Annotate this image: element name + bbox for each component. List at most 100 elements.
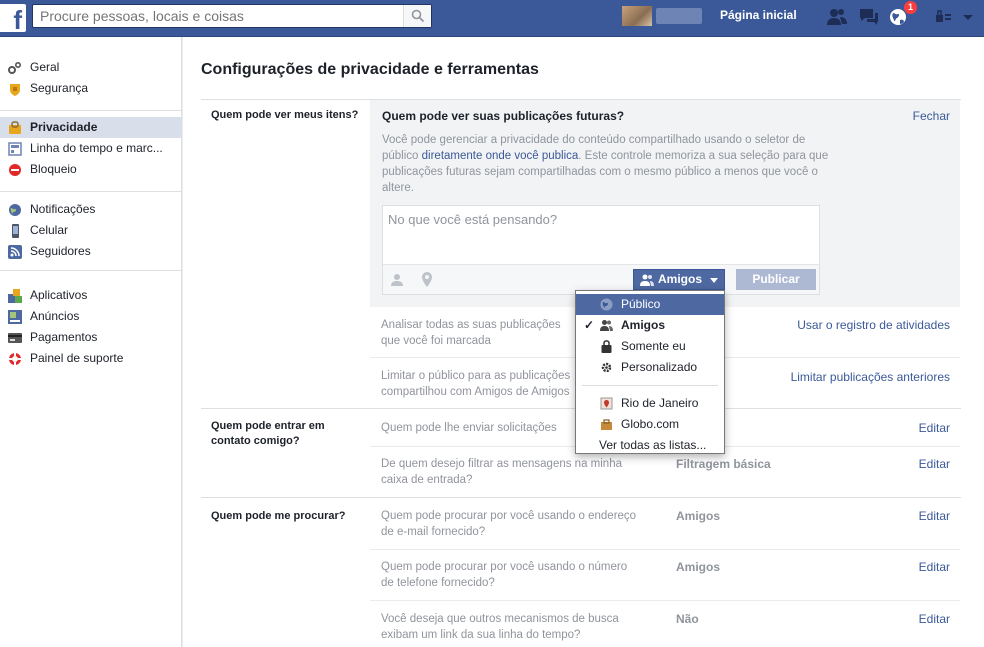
section-label: Quem pode entrar em contato comigo?: [211, 420, 325, 447]
sidebar-group-notifications: Notificações Celular Seguidores: [0, 199, 181, 271]
lock-icon: [601, 340, 612, 353]
sidebar-item-label: Segurança: [30, 81, 89, 95]
friends-icon[interactable]: [826, 7, 848, 27]
search-icon: [411, 9, 425, 23]
sidebar-group-apps: Aplicativos Anúncios Pagamentos Painel d…: [0, 285, 181, 375]
shield-icon: [10, 84, 20, 96]
messages-icon[interactable]: [858, 7, 880, 27]
audience-option-custom[interactable]: Personalizado: [576, 357, 724, 378]
block-icon: [9, 164, 21, 176]
sidebar-item-label: Seguidores: [30, 244, 91, 258]
audience-list-rio-de-janeiro[interactable]: Rio de Janeiro: [576, 393, 724, 414]
limit-past-posts-link[interactable]: Limitar publicações anteriores: [770, 370, 950, 384]
setting-row-message-filter: De quem desejo filtrar as mensagens na m…: [381, 456, 622, 488]
row-text: De quem desejo filtrar as mensagens na m…: [381, 458, 622, 470]
option-label: Somente eu: [621, 339, 686, 353]
checkmark-icon: ✓: [584, 318, 595, 332]
audience-option-friends[interactable]: ✓ Amigos: [576, 315, 724, 336]
sidebar-item-label: Privacidade: [30, 120, 98, 134]
status-composer[interactable]: No que você está pensando? Amigos Public…: [382, 205, 820, 295]
section-label: Quem pode ver meus itens?: [211, 109, 359, 121]
edit-link[interactable]: Editar: [900, 560, 950, 574]
row-text: Você deseja que outros mecanismos de bus…: [381, 613, 619, 625]
profile-link[interactable]: [622, 6, 702, 26]
gear-icon: [8, 61, 22, 74]
sidebar-item-label: Aplicativos: [30, 288, 88, 302]
page-title: Configurações de privacidade e ferrament…: [201, 61, 539, 78]
menu-separator: [582, 385, 718, 386]
sidebar-item-seguranca[interactable]: Segurança: [0, 78, 181, 99]
audience-list-globo[interactable]: Globo.com: [576, 414, 724, 435]
option-label: Amigos: [621, 318, 666, 332]
sidebar-item-celular[interactable]: Celular: [0, 220, 181, 241]
setting-value: Amigos: [676, 560, 721, 574]
row-text: Quem pode procurar por você usando o núm…: [381, 561, 628, 573]
row-text: Analisar todas as suas publicações: [381, 319, 561, 331]
activity-log-link[interactable]: Usar o registro de atividades: [780, 318, 950, 332]
tag-friends-icon[interactable]: [391, 273, 405, 287]
rss-icon: [8, 245, 22, 259]
location-pin-icon[interactable]: [421, 272, 433, 287]
audience-option-public[interactable]: Público: [576, 294, 724, 315]
setting-row-search-engines: Você deseja que outros mecanismos de bus…: [381, 611, 619, 643]
chevron-down-icon[interactable]: [958, 7, 980, 27]
audience-label: Amigos: [658, 272, 703, 286]
row-text: exibam um link da sua linha do tempo?: [381, 629, 581, 641]
setting-value: Amigos: [676, 509, 721, 523]
edit-link[interactable]: Editar: [900, 509, 950, 523]
row-divider: [370, 600, 960, 601]
sidebar-item-label: Painel de suporte: [30, 351, 124, 365]
sidebar-item-bloqueio[interactable]: Bloqueio: [0, 159, 181, 180]
row-divider: [370, 549, 960, 550]
globe-icon: [9, 204, 21, 216]
search-input[interactable]: [33, 5, 403, 27]
composer-placeholder[interactable]: No que você está pensando?: [388, 212, 557, 227]
search-box: [32, 4, 432, 28]
sidebar-item-pagamentos[interactable]: Pagamentos: [0, 327, 181, 348]
sidebar-group-general: Geral Segurança: [0, 55, 181, 111]
sidebar-item-seguidores[interactable]: Seguidores: [0, 241, 181, 262]
notification-badge: 1: [904, 1, 917, 14]
card-icon: [8, 333, 22, 343]
close-link[interactable]: Fechar: [913, 109, 950, 123]
post-button[interactable]: Publicar: [736, 269, 816, 290]
search-button[interactable]: [403, 5, 431, 27]
setting-row-review-posts: Analisar todas as suas publicações que vo…: [381, 317, 561, 349]
sidebar-item-geral[interactable]: Geral: [0, 57, 181, 78]
setting-row-phone-lookup: Quem pode procurar por você usando o núm…: [381, 559, 627, 591]
setting-value: Não: [676, 612, 699, 626]
row-text: de e-mail fornecido?: [381, 526, 486, 538]
where-you-post-link[interactable]: diretamente onde você publica: [422, 150, 579, 162]
profile-name: [656, 8, 702, 24]
audience-selector-button[interactable]: Amigos: [633, 269, 725, 290]
gear-icon: [601, 362, 612, 373]
sidebar-item-aplicativos[interactable]: Aplicativos: [0, 285, 181, 306]
timeline-icon: [8, 142, 22, 156]
see-all-lists-link[interactable]: Ver todas as listas...: [576, 435, 724, 456]
settings-sidebar: Geral Segurança Privacidade Linha do tem…: [0, 37, 182, 647]
friends-icon: [640, 274, 654, 286]
edit-link[interactable]: Editar: [900, 421, 950, 435]
option-label: Público: [621, 297, 661, 311]
sidebar-item-privacidade[interactable]: Privacidade: [0, 117, 181, 138]
audience-dropdown-menu: Público ✓ Amigos Somente eu Personalizad…: [575, 290, 725, 454]
sidebar-item-painel-de-suporte[interactable]: Painel de suporte: [0, 348, 181, 369]
facebook-logo[interactable]: f: [0, 4, 26, 32]
sidebar-item-anuncios[interactable]: Anúncios: [0, 306, 181, 327]
future-posts-panel: Quem pode ver suas publicações futuras? …: [370, 100, 960, 307]
sidebar-item-label: Linha do tempo e marc...: [30, 141, 163, 155]
sidebar-item-label: Pagamentos: [30, 330, 98, 344]
home-link[interactable]: Página inicial: [720, 8, 797, 22]
sidebar-item-label: Bloqueio: [30, 162, 77, 176]
privacy-shortcuts-icon[interactable]: [934, 7, 956, 27]
setting-row-limit-past-posts: Limitar o público para as publicações com…: [381, 368, 570, 400]
sidebar-item-linha-do-tempo[interactable]: Linha do tempo e marc...: [0, 138, 181, 159]
edit-link[interactable]: Editar: [900, 612, 950, 626]
row-text: de telefone fornecido?: [381, 577, 495, 589]
sidebar-item-notificacoes[interactable]: Notificações: [0, 199, 181, 220]
phone-icon: [12, 224, 19, 238]
edit-link[interactable]: Editar: [900, 457, 950, 471]
audience-option-only-me[interactable]: Somente eu: [576, 336, 724, 357]
sidebar-item-label: Notificações: [30, 202, 96, 216]
row-text: compartilhou com Amigos de Amigos: [381, 386, 570, 398]
